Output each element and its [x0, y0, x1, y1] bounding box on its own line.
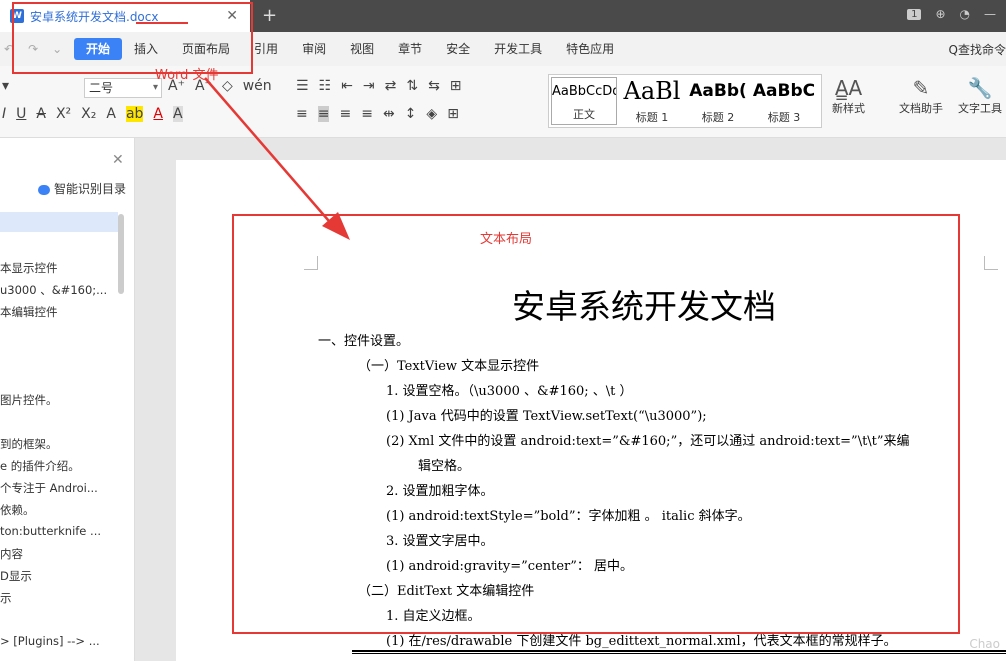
annotation-box-text-layout	[232, 214, 960, 634]
annotation-label-text-layout: 文本布局	[480, 232, 533, 247]
